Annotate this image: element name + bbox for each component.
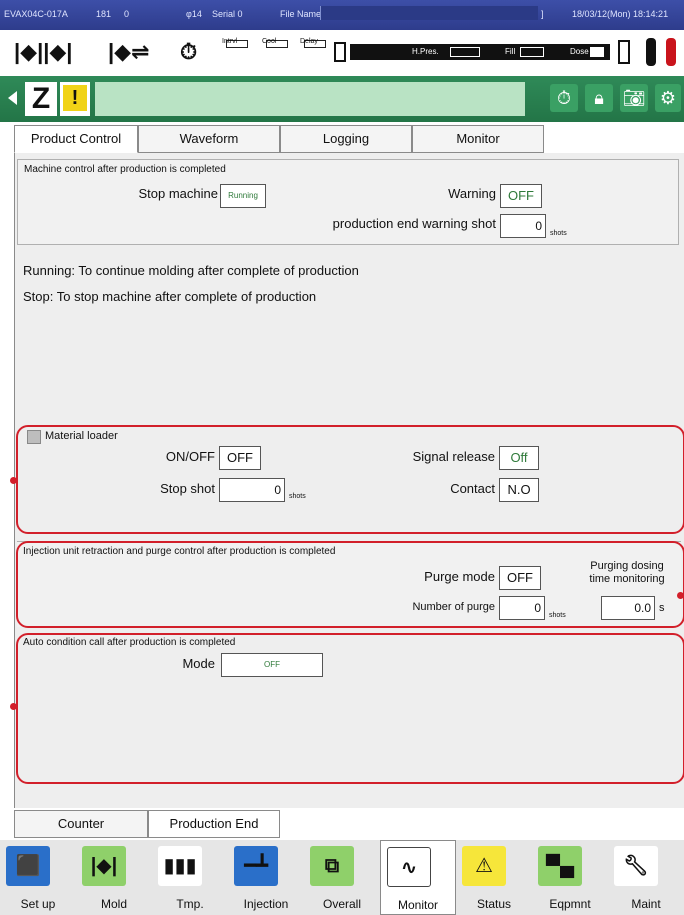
timer-icon: ⏱ [180, 39, 198, 64]
nav-label: Overall [322, 897, 361, 911]
nav-injection[interactable]: ━┻ Injection [228, 840, 304, 915]
nav-monitor[interactable]: ∿ Monitor [380, 840, 456, 915]
nav-mold[interactable]: |◆| Mold [76, 840, 152, 915]
machine-control-title: Machine control after production is comp… [24, 164, 226, 175]
nav-temperature[interactable]: ▮▮▮ Tmp. [152, 840, 228, 915]
nav-label: Maint [631, 897, 661, 911]
temperature-gauge-icon [646, 38, 656, 66]
counter-2: 0 [124, 9, 130, 19]
status-toolbar: |◆||◆| |◆⇌ ⏱ Intrvl Cool Delay H.Pres. F… [0, 30, 684, 76]
nav-overall[interactable]: ⧉ Overall [304, 840, 380, 915]
heater-icon [666, 38, 676, 66]
auto-condition-highlight [16, 633, 684, 784]
tab-product-control[interactable]: Product Control [14, 125, 138, 153]
injection-icon: ━┻ [234, 846, 278, 886]
temperature-icon: ▮▮▮ [158, 846, 202, 886]
nav-setup[interactable]: ⬛ Set up [0, 840, 76, 915]
lock-icon[interactable]: 🔒︎ [585, 84, 613, 112]
stop-machine-toggle[interactable]: Running [220, 184, 266, 208]
operator-icon[interactable]: ⚙ [655, 84, 681, 112]
alarm-indicator[interactable]: ! [60, 82, 90, 116]
cool-indicator: Cool [262, 38, 292, 48]
note-stop: Stop: To stop machine after complete of … [23, 289, 317, 304]
bottom-tab-bar: Counter Production End [14, 810, 684, 838]
nav-equipment[interactable]: ▀▄ Eqpmnt [532, 840, 608, 915]
mold-size: φ14 [186, 9, 202, 19]
machine-id: EVAX04C-017A [4, 9, 68, 19]
purge-control-highlight [16, 541, 684, 628]
injection-unit-icon [334, 42, 346, 62]
nav-label: Tmp. [176, 897, 204, 911]
warning-icon: ⚠ [462, 846, 506, 886]
equipment-icon: ▀▄ [538, 846, 582, 886]
highlight-marker [10, 703, 17, 710]
file-name-label: File Name[ [280, 9, 324, 19]
nav-maintenance[interactable]: 🔧︎ Maint [608, 840, 684, 915]
mold-icon: |◆| [82, 846, 126, 886]
machine-control-section: Machine control after production is comp… [17, 159, 679, 245]
nav-label: Set up [20, 897, 56, 911]
injection-gauge: H.Pres. Fill Dose [350, 44, 610, 60]
datetime: 18/03/12(Mon) 18:14:21 [572, 9, 669, 19]
counter-1: 181 [96, 9, 112, 19]
end-warning-shot-input[interactable]: 0 [500, 214, 546, 238]
warning-toggle[interactable]: OFF [500, 184, 542, 208]
file-name-field [320, 6, 538, 20]
interval-indicator: Intrvl [222, 38, 252, 48]
tab-waveform[interactable]: Waveform [138, 125, 280, 153]
monitor-wave-icon: ∿ [387, 847, 431, 887]
nav-label: Injection [243, 897, 289, 911]
cycle-timer-icon[interactable]: ⏱ [550, 84, 578, 112]
nav-label: Eqpmnt [549, 897, 591, 911]
ejector-icon: |◆⇌ [108, 39, 150, 64]
stop-machine-label: Stop machine [138, 186, 219, 201]
tab-logging[interactable]: Logging [280, 125, 412, 153]
highlight-marker [677, 592, 684, 599]
title-bar: EVAX04C-017A 181 0 φ14 Serial 0 File Nam… [0, 0, 684, 30]
message-area [95, 82, 525, 116]
end-warning-shot-unit: shots [550, 230, 567, 237]
nav-label: Status [476, 897, 512, 911]
main-navigation: ⬛ Set up |◆| Mold ▮▮▮ Tmp. ━┻ Injection … [0, 840, 684, 915]
file-name-end: ] [541, 9, 544, 19]
end-warning-shot-label: production end warning shot [332, 216, 496, 231]
setup-icon: ⬛ [6, 846, 50, 886]
warning-icon: ! [63, 85, 87, 111]
zero-position-icon: Z [25, 82, 57, 116]
material-loader-highlight [16, 425, 684, 534]
delay-indicator: Delay [300, 38, 330, 48]
nav-label: Mold [100, 897, 127, 911]
highlight-marker [10, 477, 17, 484]
wrench-icon: 🔧︎ [614, 846, 658, 886]
tab-monitor[interactable]: Monitor [412, 125, 544, 153]
serial: Serial 0 [212, 9, 243, 19]
nav-status[interactable]: ⚠ Status [456, 840, 532, 915]
nav-label: Monitor [397, 898, 438, 912]
camera-icon[interactable]: 📷︎ [620, 84, 648, 112]
back-arrow-icon[interactable] [8, 91, 17, 105]
tab-counter[interactable]: Counter [14, 810, 148, 838]
status-bar: Z ! ⏱ 🔒︎ 📷︎ ⚙ [0, 76, 684, 122]
warning-label: Warning [448, 186, 496, 201]
tab-bar: Product Control Waveform Logging Monitor [14, 125, 678, 153]
overall-icon: ⧉ [310, 846, 354, 886]
tab-production-end[interactable]: Production End [148, 810, 280, 838]
gauge-end-icon [618, 40, 630, 64]
product-control-panel: Machine control after production is comp… [14, 153, 684, 808]
mold-clamp-icon: |◆||◆| [14, 39, 73, 64]
note-running: Running: To continue molding after compl… [23, 263, 359, 278]
